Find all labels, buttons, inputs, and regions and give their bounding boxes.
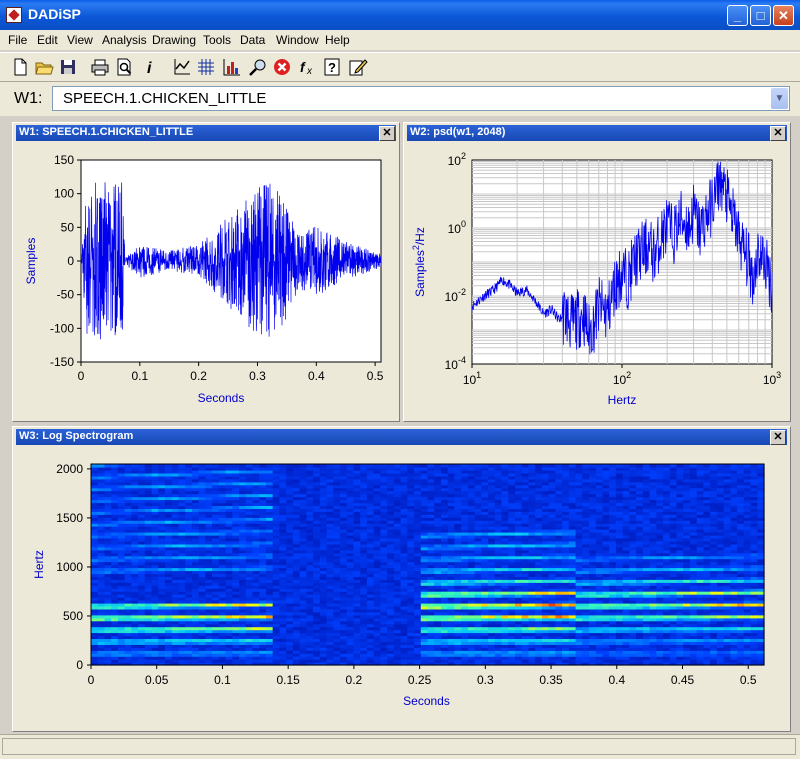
w1-ytick-label: -100 [50, 321, 74, 335]
menu-tools[interactable]: Tools [203, 33, 231, 47]
w2-ytick-label: 10-2 [445, 287, 466, 304]
panel-w3-close-button[interactable]: ✕ [770, 430, 786, 445]
w3-xtick-label: 0.15 [276, 673, 300, 687]
w1-xaxis-label: Seconds [198, 391, 245, 405]
edit-icon[interactable] [348, 57, 368, 77]
new-file-icon[interactable] [10, 57, 30, 77]
w1-chart[interactable]: 150 100 50 0 -50 -100 -150 0 0.1 0.2 0.3 0.4 0.5 Seco… [13, 143, 397, 419]
help-icon[interactable]: ? [322, 57, 342, 77]
window-selector-label: W1: [14, 90, 42, 108]
w1-ytick-label: 100 [54, 187, 74, 201]
panel-w2-close-button[interactable]: ✕ [770, 126, 786, 141]
menu-view[interactable]: View [67, 33, 93, 47]
graph-icon[interactable] [172, 57, 192, 77]
svg-text:f: f [300, 59, 306, 75]
w1-ytick-label: -50 [57, 288, 75, 302]
w3-xtick-label: 0.4 [608, 673, 625, 687]
w3-yaxis-label: Hertz [32, 550, 46, 579]
maximize-button[interactable]: □ [750, 5, 771, 26]
w2-yaxis-label: Samples2/Hz [411, 227, 427, 297]
menu-analysis[interactable]: Analysis [102, 33, 147, 47]
w1-ytick-label: 150 [54, 153, 74, 167]
w2-xtick-label: 102 [613, 370, 631, 387]
w1-xtick-label: 0 [78, 369, 85, 383]
status-bar [0, 734, 800, 759]
function-icon[interactable]: fx [298, 57, 318, 77]
w3-chart[interactable]: 2000 1500 1000 500 00 0.05 0.1 0.15 0.2 0.25 0.3 0.… [13, 447, 788, 729]
chevron-down-icon[interactable]: ▼ [771, 88, 788, 109]
w3-xtick-label: 0.25 [408, 673, 432, 687]
w1-ytick-label: -150 [50, 355, 74, 369]
w3-xtick-label: 0.35 [539, 673, 563, 687]
panel-w3[interactable]: W3: Log Spectrogram ✕ 2000 1500 1000 500 00 0… [12, 426, 791, 732]
panel-w2-title: W2: psd(w1, 2048) [410, 126, 505, 138]
menu-window[interactable]: Window [276, 33, 319, 47]
panel-w1-title: W1: SPEECH.1.CHICKEN_LITTLE [19, 126, 193, 138]
panel-w3-titlebar[interactable]: W3: Log Spectrogram ✕ [16, 429, 787, 445]
w3-xtick-label: 0.45 [671, 673, 695, 687]
panel-w3-title: W3: Log Spectrogram [19, 430, 133, 442]
panel-w1[interactable]: W1: SPEECH.1.CHICKEN_LITTLE ✕ 150100500-… [12, 122, 400, 422]
w2-ytick-label: 102 [448, 151, 466, 168]
w3-ytick-label: 1500 [56, 511, 83, 525]
toolbar: i fx ? [0, 52, 800, 82]
svg-text:i: i [147, 60, 152, 77]
print-icon[interactable] [90, 57, 110, 77]
w1-xtick-label: 0.2 [190, 369, 207, 383]
minimize-button[interactable]: _ [727, 5, 748, 26]
w2-xtick-label: 103 [763, 370, 781, 387]
window-selector-value: SPEECH.1.CHICKEN_LITTLE [63, 90, 266, 107]
w3-xtick-label: 0.3 [477, 673, 494, 687]
menu-file[interactable]: File [8, 33, 27, 47]
panel-w2[interactable]: W2: psd(w1, 2048) ✕ 10210010-210-4101102… [403, 122, 791, 422]
menu-edit[interactable]: Edit [37, 33, 58, 47]
w3-ytick-label: 2000 [56, 462, 83, 476]
w3-xtick-label: 0.1 [214, 673, 231, 687]
menu-bar: File Edit View Analysis Drawing Tools Da… [0, 30, 800, 50]
w1-xtick-label: 0.5 [367, 369, 384, 383]
w3-xtick-label: 0.05 [145, 673, 169, 687]
w1-ytick-label: 50 [61, 220, 75, 234]
print-preview-icon[interactable] [114, 57, 134, 77]
open-folder-icon[interactable] [34, 57, 54, 77]
panel-w1-titlebar[interactable]: W1: SPEECH.1.CHICKEN_LITTLE ✕ [16, 125, 396, 141]
w1-ytick-label: 0 [67, 254, 74, 268]
panel-w1-close-button[interactable]: ✕ [379, 126, 395, 141]
w3-xaxis-label: Seconds [403, 694, 450, 708]
w2-chart[interactable]: 102 100 10-2 10-4101 102 103 Hertz Samples2/Hz [404, 143, 788, 419]
app-title: DADiSP [28, 6, 81, 22]
menu-data[interactable]: Data [240, 33, 265, 47]
w3-ytick-label: 500 [63, 609, 83, 623]
app-icon [6, 7, 22, 23]
w1-xtick-label: 0.3 [249, 369, 266, 383]
w3-xtick-label: 0.2 [346, 673, 363, 687]
menu-drawing[interactable]: Drawing [152, 33, 196, 47]
w3-xtick-label: 0.5 [740, 673, 757, 687]
bar-chart-icon[interactable] [222, 57, 242, 77]
w1-yaxis-label: Samples [24, 238, 38, 285]
w2-xtick-label: 101 [463, 370, 481, 387]
grid-icon[interactable] [196, 57, 216, 77]
save-icon[interactable] [58, 57, 78, 77]
panel-w2-titlebar[interactable]: W2: psd(w1, 2048) ✕ [407, 125, 787, 141]
window-selector-combobox[interactable]: SPEECH.1.CHICKEN_LITTLE ▼ [52, 86, 790, 111]
window-selector-bar: W1: SPEECH.1.CHICKEN_LITTLE ▼ [0, 82, 800, 116]
svg-text:x: x [306, 66, 313, 77]
w1-xtick-label: 0.4 [308, 369, 325, 383]
svg-text:?: ? [328, 60, 336, 75]
title-bar: DADiSP _ □ ✕ [0, 0, 800, 30]
w3-ytick-label: 1000 [56, 560, 83, 574]
close-button[interactable]: ✕ [773, 5, 794, 26]
menu-help[interactable]: Help [325, 33, 350, 47]
w3-spectrogram-image [91, 464, 765, 666]
w3-ytick-label: 0 [76, 658, 83, 672]
stop-icon[interactable] [272, 57, 292, 77]
w1-xtick-label: 0.1 [131, 369, 148, 383]
info-icon[interactable]: i [140, 57, 160, 77]
w3-xtick-label: 0 [88, 673, 95, 687]
zoom-icon[interactable] [248, 57, 268, 77]
w2-ytick-label: 10-4 [445, 355, 466, 372]
w2-xaxis-label: Hertz [608, 393, 637, 407]
w2-ytick-label: 100 [448, 219, 466, 236]
